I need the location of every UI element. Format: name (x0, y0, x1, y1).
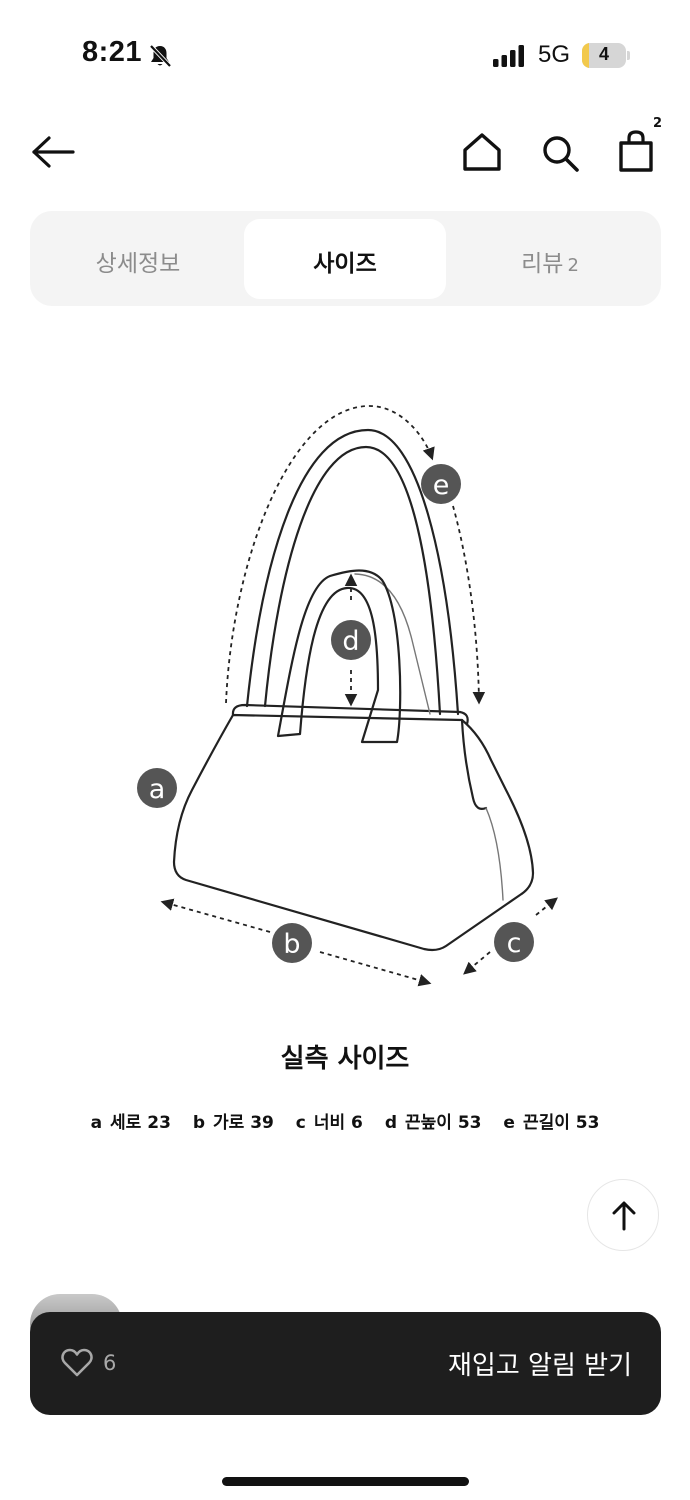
tab-reviews-label: 리뷰 (521, 251, 564, 277)
search-icon[interactable] (540, 133, 580, 173)
label-a-marker: a (137, 768, 177, 808)
scroll-top-button[interactable] (587, 1179, 659, 1251)
measurement-c: c 너비 6 (295, 1113, 363, 1133)
tab-size[interactable]: 사이즈 (245, 244, 445, 278)
cart-count-badge: 2 (653, 116, 663, 131)
arrow-up-icon (612, 1201, 636, 1231)
network-type: 5G (538, 41, 571, 68)
home-icon[interactable] (462, 132, 502, 172)
like-count: 6 (103, 1351, 117, 1375)
bag-size-diagram: e d a b c (137, 405, 558, 987)
label-b: b (283, 929, 300, 960)
label-e-marker: e (421, 464, 461, 504)
measurement-a: a 세로 23 (90, 1113, 171, 1133)
label-c: c (507, 928, 522, 959)
signal-bars-icon (493, 45, 524, 67)
shopping-bag-icon[interactable] (616, 129, 656, 173)
label-c-marker: c (494, 922, 534, 962)
measurement-e: e 끈길이 53 (503, 1113, 600, 1133)
restock-notify-button[interactable]: 재입고 알림 받기 (380, 1345, 632, 1382)
bag-body (172, 713, 535, 952)
heart-icon[interactable] (61, 1348, 93, 1377)
status-time: 8:21 (82, 36, 143, 68)
label-a: a (149, 774, 166, 805)
label-b-marker: b (272, 923, 312, 963)
home-indicator (222, 1477, 469, 1486)
label-d: d (342, 626, 359, 657)
tab-details-label: 상세정보 (95, 251, 181, 277)
measurement-d: d 끈높이 53 (384, 1113, 482, 1133)
label-d-marker: d (331, 620, 371, 660)
battery-level: 4 (598, 44, 609, 64)
tab-reviews[interactable]: 리뷰 2 (450, 244, 650, 278)
tab-reviews-count: 2 (567, 255, 579, 276)
measurement-list: a 세로 23 b 가로 39 c 너비 6 d 끈높이 53 e 끈길이 53 (0, 1108, 690, 1133)
bell-slash-icon (149, 44, 172, 68)
battery-indicator: 4 (582, 43, 626, 68)
measurement-b: b 가로 39 (192, 1113, 274, 1133)
tab-details[interactable]: 상세정보 (38, 244, 238, 278)
size-title: 실측 사이즈 (280, 1044, 410, 1074)
tab-size-label: 사이즈 (313, 251, 377, 277)
back-arrow-icon[interactable] (30, 134, 76, 170)
battery-tip (627, 51, 630, 60)
label-e: e (433, 470, 450, 501)
